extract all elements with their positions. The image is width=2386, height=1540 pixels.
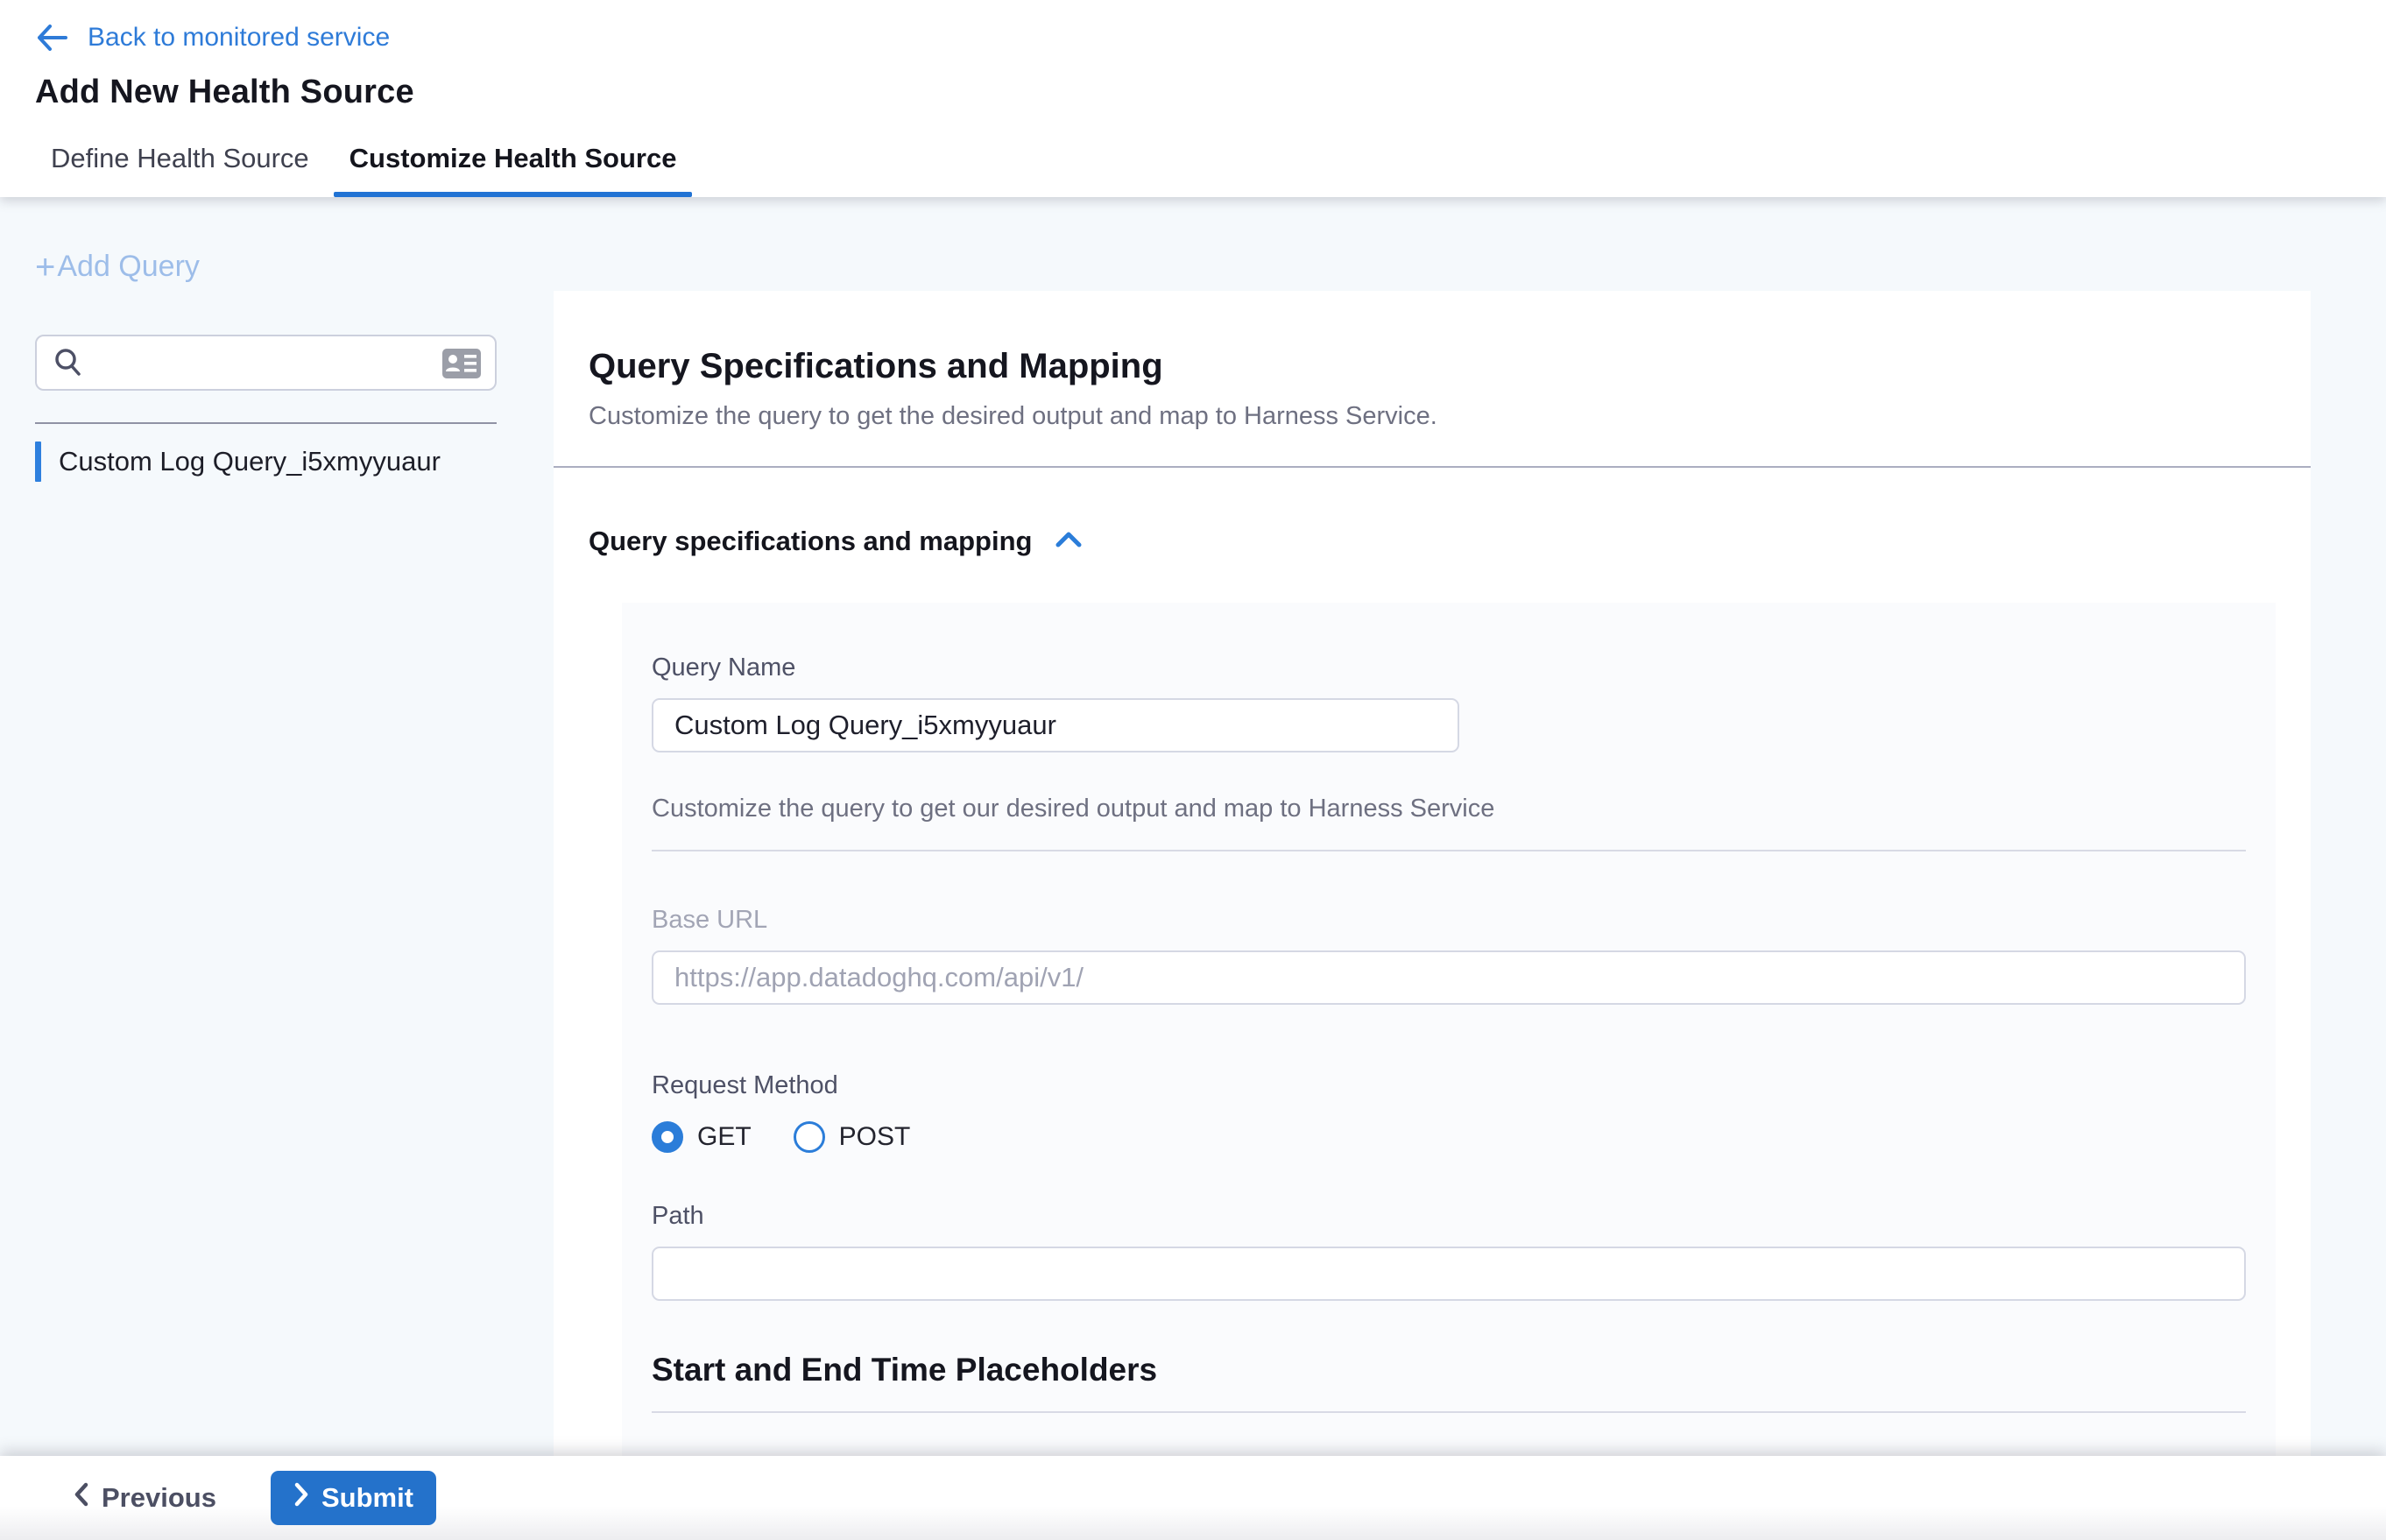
query-sidebar: + Add Query bbox=[0, 197, 554, 1456]
search-icon bbox=[53, 347, 84, 383]
section-title: Query specifications and mapping bbox=[589, 526, 1032, 557]
search-input[interactable] bbox=[35, 335, 497, 391]
heading-divider bbox=[652, 1411, 2246, 1413]
plus-icon: + bbox=[35, 252, 55, 282]
request-method-options: GET POST bbox=[652, 1121, 2246, 1153]
radio-selected-icon[interactable] bbox=[652, 1121, 683, 1153]
app-root: Back to monitored service Add New Health… bbox=[0, 0, 2386, 1540]
base-url-label: Base URL bbox=[652, 906, 2246, 935]
request-method-group: Request Method GET POST bbox=[652, 1071, 2246, 1153]
radio-option-post[interactable]: POST bbox=[794, 1121, 911, 1153]
query-name-label: Query Name bbox=[652, 653, 2246, 682]
chevron-right-icon bbox=[293, 1482, 309, 1514]
tab-define-health-source[interactable]: Define Health Source bbox=[35, 143, 325, 197]
query-search bbox=[35, 335, 497, 391]
radio-unselected-icon[interactable] bbox=[794, 1121, 825, 1153]
arrow-left-icon bbox=[35, 24, 68, 52]
back-link[interactable]: Back to monitored service bbox=[35, 23, 390, 53]
request-method-label: Request Method bbox=[652, 1071, 2246, 1100]
section-toggle[interactable]: Query specifications and mapping bbox=[589, 526, 1083, 557]
card-subtitle: Customize the query to get the desired o… bbox=[589, 402, 2276, 431]
path-input[interactable] bbox=[652, 1247, 2246, 1301]
content-area: + Add Query bbox=[0, 197, 2386, 1456]
previous-button[interactable]: Previous bbox=[74, 1482, 216, 1514]
back-link-label: Back to monitored service bbox=[88, 23, 390, 53]
chevron-left-icon bbox=[74, 1482, 89, 1514]
query-list-item[interactable]: Custom Log Query_i5xmyyuaur bbox=[35, 442, 519, 482]
query-name-input[interactable] bbox=[652, 698, 1459, 752]
previous-label: Previous bbox=[102, 1482, 216, 1514]
card-body: Query specifications and mapping Query N… bbox=[554, 468, 2311, 1456]
wizard-footer: Previous Submit bbox=[0, 1456, 2386, 1540]
tab-customize-health-source[interactable]: Customize Health Source bbox=[334, 143, 693, 197]
add-query-label: Add Query bbox=[57, 250, 200, 284]
query-mapping-card: Query Specifications and Mapping Customi… bbox=[554, 291, 2311, 1456]
query-help-text: Customize the query to get our desired o… bbox=[652, 795, 2246, 823]
radio-get-label: GET bbox=[697, 1122, 752, 1152]
radio-option-get[interactable]: GET bbox=[652, 1121, 752, 1153]
placeholders-heading: Start and End Time Placeholders bbox=[652, 1352, 2246, 1388]
path-group: Path bbox=[652, 1202, 2246, 1301]
add-query-button[interactable]: + Add Query bbox=[35, 250, 200, 284]
path-label: Path bbox=[652, 1202, 2246, 1231]
card-view-icon[interactable] bbox=[442, 349, 481, 383]
selected-indicator-bar bbox=[35, 442, 41, 482]
sidebar-divider bbox=[35, 422, 497, 424]
base-url-group: Base URL bbox=[652, 906, 2246, 1005]
radio-post-label: POST bbox=[839, 1122, 911, 1152]
query-name-group: Query Name bbox=[652, 653, 2246, 752]
panel-divider bbox=[652, 850, 2246, 851]
card-title: Query Specifications and Mapping bbox=[589, 347, 2276, 386]
query-spec-panel: Query Name Customize the query to get ou… bbox=[622, 603, 2276, 1456]
base-url-input[interactable] bbox=[652, 950, 2246, 1005]
card-header: Query Specifications and Mapping Customi… bbox=[554, 291, 2311, 468]
tab-bar: Define Health Source Customize Health So… bbox=[35, 143, 2351, 197]
submit-button[interactable]: Submit bbox=[271, 1471, 436, 1525]
chevron-up-icon bbox=[1055, 530, 1083, 554]
query-item-label: Custom Log Query_i5xmyyuaur bbox=[59, 446, 441, 477]
submit-label: Submit bbox=[321, 1482, 413, 1514]
page-title: Add New Health Source bbox=[35, 74, 2351, 111]
page-header: Back to monitored service Add New Health… bbox=[0, 0, 2386, 197]
